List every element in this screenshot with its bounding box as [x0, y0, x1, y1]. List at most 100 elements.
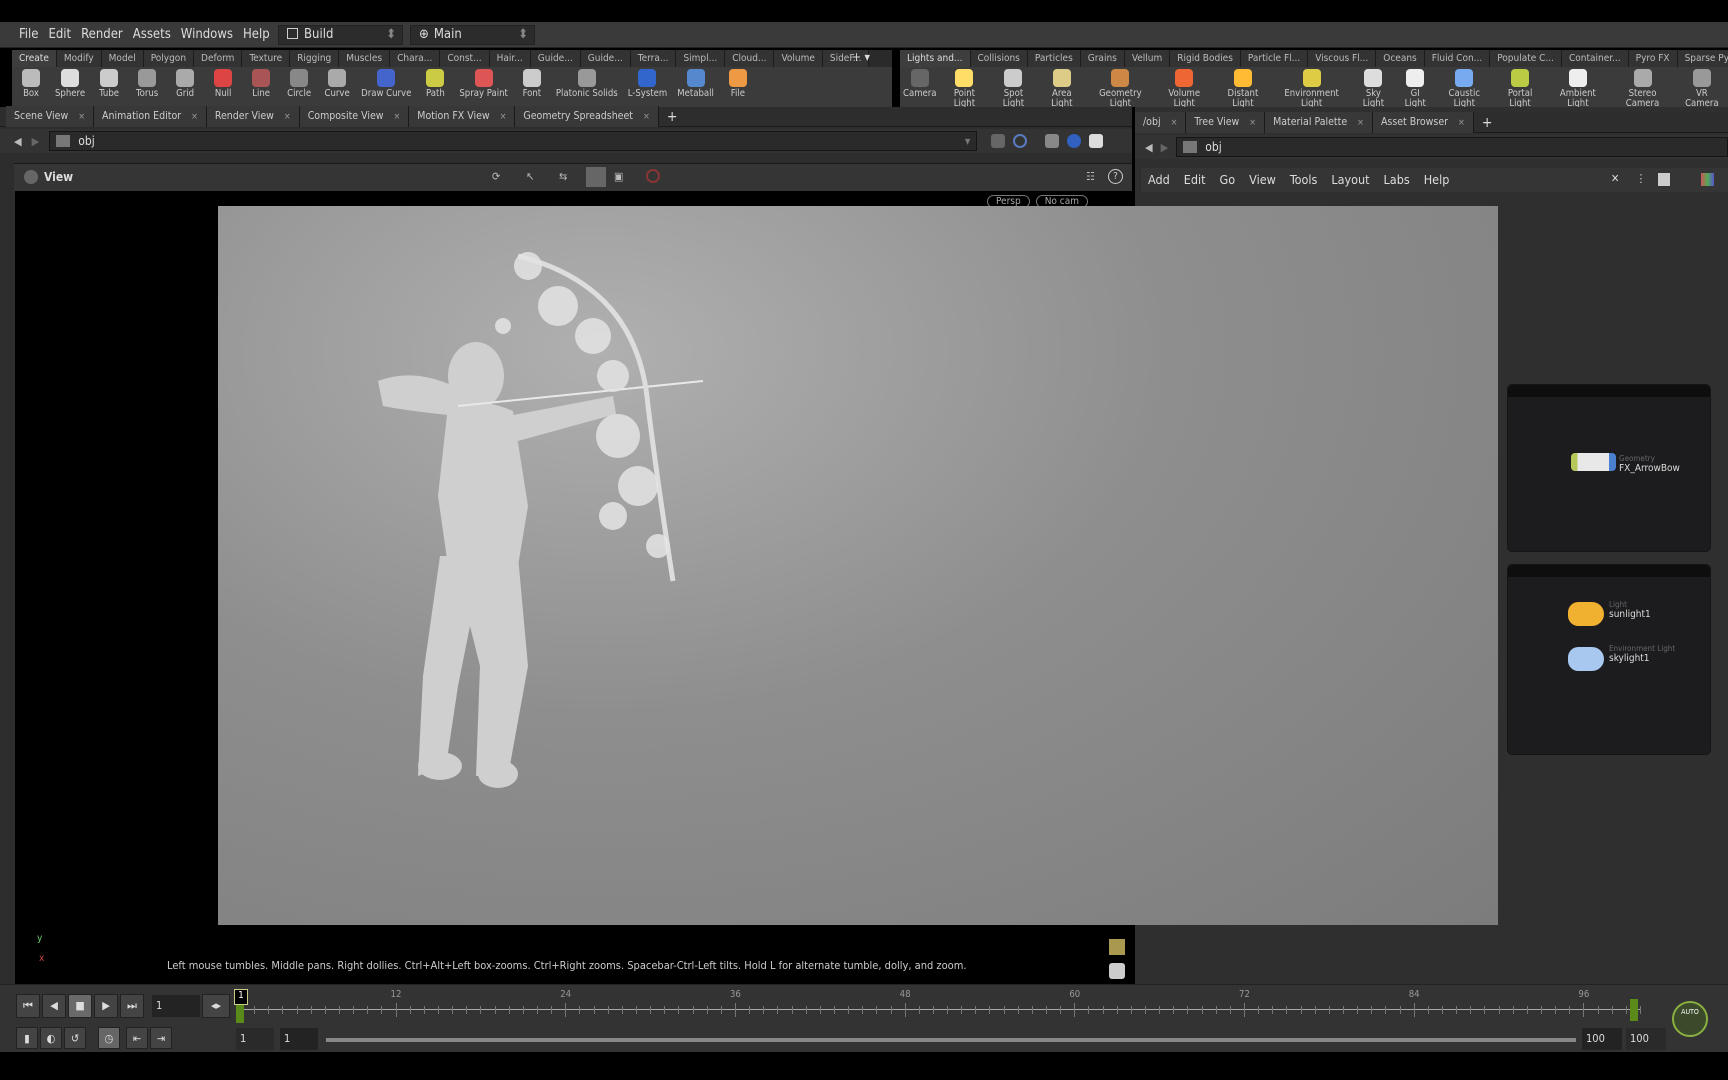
- display-tree-icon[interactable]: ☷: [1086, 170, 1095, 183]
- shelf-tab[interactable]: Cloud...: [725, 50, 775, 67]
- view-menu[interactable]: View: [44, 170, 73, 184]
- audio-icon[interactable]: ◐: [40, 1027, 62, 1049]
- shelf-tool-null[interactable]: Null: [204, 67, 242, 99]
- range-start-field[interactable]: 1: [280, 1028, 318, 1050]
- shading-ball-icon[interactable]: [1067, 134, 1082, 148]
- shelf-tab[interactable]: Texture: [242, 50, 291, 67]
- pane-tab[interactable]: Motion FX View ×: [409, 106, 516, 127]
- close-icon[interactable]: ×: [394, 112, 401, 122]
- network-menu-labs[interactable]: Labs: [1377, 168, 1417, 192]
- shelf-tab[interactable]: Model: [101, 50, 144, 67]
- network-menu-view[interactable]: View: [1242, 168, 1283, 192]
- shelf-tool-spray-paint[interactable]: Spray Paint: [454, 67, 512, 99]
- menu-render[interactable]: Render: [76, 22, 128, 48]
- context-selector[interactable]: ⊕ Main ⬍: [410, 25, 535, 45]
- shelf-tab[interactable]: Rigid Bodies: [1170, 50, 1241, 67]
- shelf-tool-tube[interactable]: Tube: [90, 67, 128, 99]
- eye-icon[interactable]: [1109, 963, 1125, 979]
- shelf-tool-environment-light[interactable]: Environment Light: [1272, 67, 1351, 109]
- shelf-tab[interactable]: Pyro FX: [1628, 50, 1678, 67]
- node-name-label[interactable]: skylight1: [1609, 653, 1675, 664]
- path-field[interactable]: obj ▾: [49, 131, 978, 151]
- light-node-icon[interactable]: [1568, 602, 1604, 626]
- close-icon[interactable]: ×: [500, 112, 507, 122]
- forward-arrow-icon[interactable]: ▶: [32, 135, 40, 148]
- shelf-tab[interactable]: Guide...: [530, 50, 581, 67]
- shelf-tab[interactable]: Fluid Con...: [1424, 50, 1491, 67]
- shelf-tool-ambient-light[interactable]: Ambient Light: [1546, 67, 1609, 109]
- node-name-label[interactable]: FX_ArrowBow: [1619, 463, 1680, 474]
- shelf-tool-sphere[interactable]: Sphere: [50, 67, 90, 99]
- realtime-icon[interactable]: ◷: [98, 1027, 120, 1049]
- network-menu-tools[interactable]: Tools: [1283, 168, 1324, 192]
- shelf-tab[interactable]: Deform: [194, 50, 243, 67]
- shelf-tool-curve[interactable]: Curve: [318, 67, 356, 99]
- shelf-tab[interactable]: Chara...: [390, 50, 441, 67]
- tumble-icon[interactable]: ⟳: [492, 170, 500, 183]
- shelf-tool-distant-light[interactable]: Distant Light: [1214, 67, 1272, 109]
- pane-tab[interactable]: Animation Editor ×: [94, 106, 207, 127]
- shelf-tool-volume-light[interactable]: Volume Light: [1155, 67, 1214, 109]
- shelf-tab[interactable]: Modify: [56, 50, 102, 67]
- list-icon[interactable]: [1658, 173, 1670, 186]
- shelf-tool-metaball[interactable]: Metaball: [672, 67, 719, 99]
- shelf-tab[interactable]: Const...: [440, 50, 490, 67]
- zoom-icon[interactable]: ▣: [614, 170, 623, 183]
- pane-tab[interactable]: Composite View ×: [299, 106, 410, 127]
- shelf-tab[interactable]: Viscous Fl...: [1308, 50, 1377, 67]
- shelf-tab[interactable]: Polygon: [143, 50, 195, 67]
- stop-button[interactable]: ■: [68, 994, 92, 1018]
- close-icon[interactable]: ×: [1171, 118, 1178, 128]
- shelf-tool-circle[interactable]: Circle: [280, 67, 318, 99]
- color-palette-icon[interactable]: [1701, 173, 1714, 186]
- shelf-tool-portal-light[interactable]: Portal Light: [1494, 67, 1547, 109]
- menu-file[interactable]: File: [14, 22, 43, 48]
- shelf-tab[interactable]: Particle Fl...: [1240, 50, 1309, 67]
- tree-icon[interactable]: ⋮: [1636, 172, 1646, 185]
- global-start-field[interactable]: 1: [236, 1028, 274, 1050]
- close-icon[interactable]: ×: [191, 112, 198, 122]
- grid-layout-icon[interactable]: [1109, 939, 1125, 955]
- global-end-field[interactable]: 100: [1626, 1028, 1666, 1050]
- shelf-tool-path[interactable]: Path: [416, 67, 454, 99]
- shelf-tool-box[interactable]: Box: [12, 67, 50, 99]
- pane-tab[interactable]: Tree View ×: [1186, 112, 1266, 133]
- network-box-lights[interactable]: Light sunlight1 Environment Light skylig…: [1507, 564, 1711, 755]
- shelf-tool-spot-light[interactable]: Spot Light: [989, 67, 1037, 109]
- menu-help[interactable]: Help: [238, 22, 275, 48]
- shelf-tab[interactable]: Volume: [774, 50, 823, 67]
- close-icon[interactable]: ×: [1357, 118, 1364, 128]
- back-arrow-icon[interactable]: ◀: [1145, 141, 1153, 154]
- shelf-tool-sky-light[interactable]: Sky Light: [1351, 67, 1395, 109]
- current-frame-handle[interactable]: [236, 1005, 244, 1023]
- view-icon[interactable]: [24, 170, 38, 184]
- environment-light-node-icon[interactable]: [1568, 647, 1604, 671]
- add-tab-icon[interactable]: +: [1482, 115, 1493, 131]
- shelf-tool-gi-light[interactable]: GI Light: [1396, 67, 1435, 109]
- shelf-tab[interactable]: Collisions: [970, 50, 1028, 67]
- shelf-tab[interactable]: Hair...: [489, 50, 531, 67]
- camera-icon[interactable]: [586, 167, 606, 187]
- pin-icon[interactable]: [991, 134, 1006, 148]
- pane-tab[interactable]: Geometry Spreadsheet ×: [515, 106, 659, 127]
- wrench-icon[interactable]: ✕: [1611, 172, 1619, 185]
- shelf-tool-grid[interactable]: Grid: [166, 67, 204, 99]
- play-button[interactable]: ▶: [94, 994, 118, 1018]
- close-icon[interactable]: ×: [643, 112, 650, 122]
- close-icon[interactable]: ×: [1458, 118, 1465, 128]
- desktop-selector[interactable]: Build ⬍: [278, 25, 403, 45]
- target-icon[interactable]: [1013, 134, 1028, 148]
- loop-icon[interactable]: ↺: [64, 1027, 86, 1049]
- network-menu-help[interactable]: Help: [1417, 168, 1457, 192]
- network-path-field[interactable]: obj: [1176, 137, 1728, 157]
- shelf-tool-caustic-light[interactable]: Caustic Light: [1435, 67, 1494, 109]
- shelf-tab[interactable]: Lights and...: [900, 50, 971, 67]
- pane-tab[interactable]: Asset Browser ×: [1372, 112, 1474, 133]
- shelf-tab[interactable]: Guide...: [580, 50, 631, 67]
- play-reverse-button[interactable]: ◀: [42, 994, 66, 1018]
- keyframe-icon[interactable]: ▮: [16, 1027, 38, 1049]
- menu-assets[interactable]: Assets: [128, 22, 176, 48]
- current-frame-marker[interactable]: 1: [234, 989, 248, 1005]
- network-menu-edit[interactable]: Edit: [1177, 168, 1213, 192]
- shelf-tool-font[interactable]: Font: [513, 67, 551, 99]
